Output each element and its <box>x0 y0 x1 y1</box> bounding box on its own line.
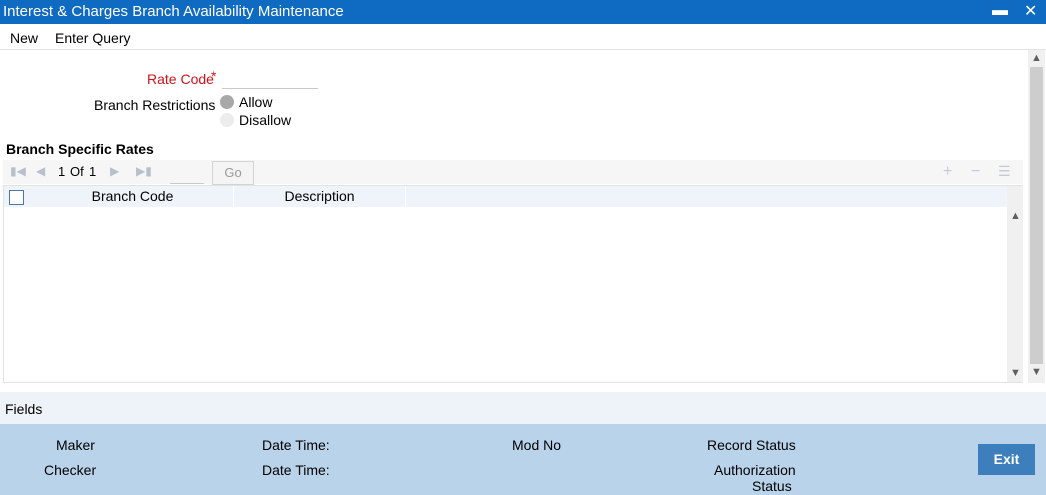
required-mark: * <box>211 68 217 84</box>
scroll-down-icon[interactable]: ▼ <box>1028 366 1045 378</box>
previous-page-icon[interactable]: ◀ <box>36 164 45 178</box>
exit-button[interactable]: Exit <box>978 444 1035 475</box>
page-scrollbar[interactable]: ▲ ▼ <box>1028 50 1045 383</box>
next-page-icon[interactable]: ▶ <box>110 164 119 178</box>
grid-scroll-up-icon[interactable]: ▲ <box>1007 210 1024 222</box>
page-number-input[interactable] <box>170 162 204 184</box>
branch-specific-rates-title: Branch Specific Rates <box>6 141 154 157</box>
first-page-icon[interactable]: ▮◀ <box>10 164 26 178</box>
column-description[interactable]: Description <box>234 186 406 207</box>
delete-row-icon[interactable]: − <box>971 163 980 181</box>
window-title: Interest & Charges Branch Availability M… <box>3 3 344 20</box>
rate-code-input[interactable] <box>222 70 318 89</box>
rate-code-label: Rate Code <box>147 71 214 87</box>
pager-of-label: Of <box>70 164 84 179</box>
pager-total: 1 <box>89 164 97 179</box>
enter-query-menu-item[interactable]: Enter Query <box>55 30 130 46</box>
grid-toolbar: ▮◀ ◀ 1 Of 1 ▶ ▶▮ <box>3 160 1023 184</box>
authorization-label: Authorization <box>714 462 796 478</box>
title-bar: Interest & Charges Branch Availability M… <box>0 0 1046 24</box>
grid-scroll-down-icon[interactable]: ▼ <box>1007 367 1024 379</box>
grid-header: Branch Code Description <box>4 186 1007 207</box>
last-page-icon[interactable]: ▶▮ <box>136 164 152 178</box>
maker-label: Maker <box>56 437 95 453</box>
minimize-icon[interactable]: ▬ <box>992 2 1008 20</box>
disallow-radio[interactable] <box>220 113 234 127</box>
close-icon[interactable]: ✕ <box>1024 1 1037 21</box>
grid-scrollbar[interactable]: ▲ ▼ <box>1007 186 1023 382</box>
page-scroll-thumb[interactable] <box>1030 67 1043 364</box>
checker-label: Checker <box>44 462 97 478</box>
menu-bar: New Enter Query <box>0 24 1046 50</box>
branch-rates-grid: Branch Code Description ▲ ▼ <box>3 185 1023 383</box>
column-branch-code[interactable]: Branch Code <box>32 186 234 207</box>
record-status-label: Record Status <box>707 437 796 453</box>
allow-label: Allow <box>239 94 273 110</box>
checker-date-time-label: Date Time: <box>262 462 330 478</box>
fields-bar[interactable]: Fields <box>0 392 1046 424</box>
branch-restrictions-label: Branch Restrictions <box>94 97 216 113</box>
pager-current: 1 <box>58 164 66 179</box>
maker-date-time-label: Date Time: <box>262 437 330 453</box>
authorization-status-label: Status <box>752 478 792 494</box>
allow-radio[interactable] <box>220 95 234 109</box>
disallow-label: Disallow <box>239 112 292 128</box>
list-view-icon[interactable]: ☰ <box>998 163 1011 180</box>
add-row-icon[interactable]: + <box>943 163 952 181</box>
go-button[interactable]: Go <box>212 161 254 185</box>
scroll-up-icon[interactable]: ▲ <box>1028 52 1045 64</box>
new-menu-item[interactable]: New <box>10 30 38 46</box>
fields-label[interactable]: Fields <box>5 401 42 417</box>
mod-no-label: Mod No <box>512 437 562 453</box>
audit-footer: Maker Checker Date Time: Date Time: Mod … <box>0 424 1046 495</box>
select-all-checkbox[interactable] <box>9 190 24 205</box>
